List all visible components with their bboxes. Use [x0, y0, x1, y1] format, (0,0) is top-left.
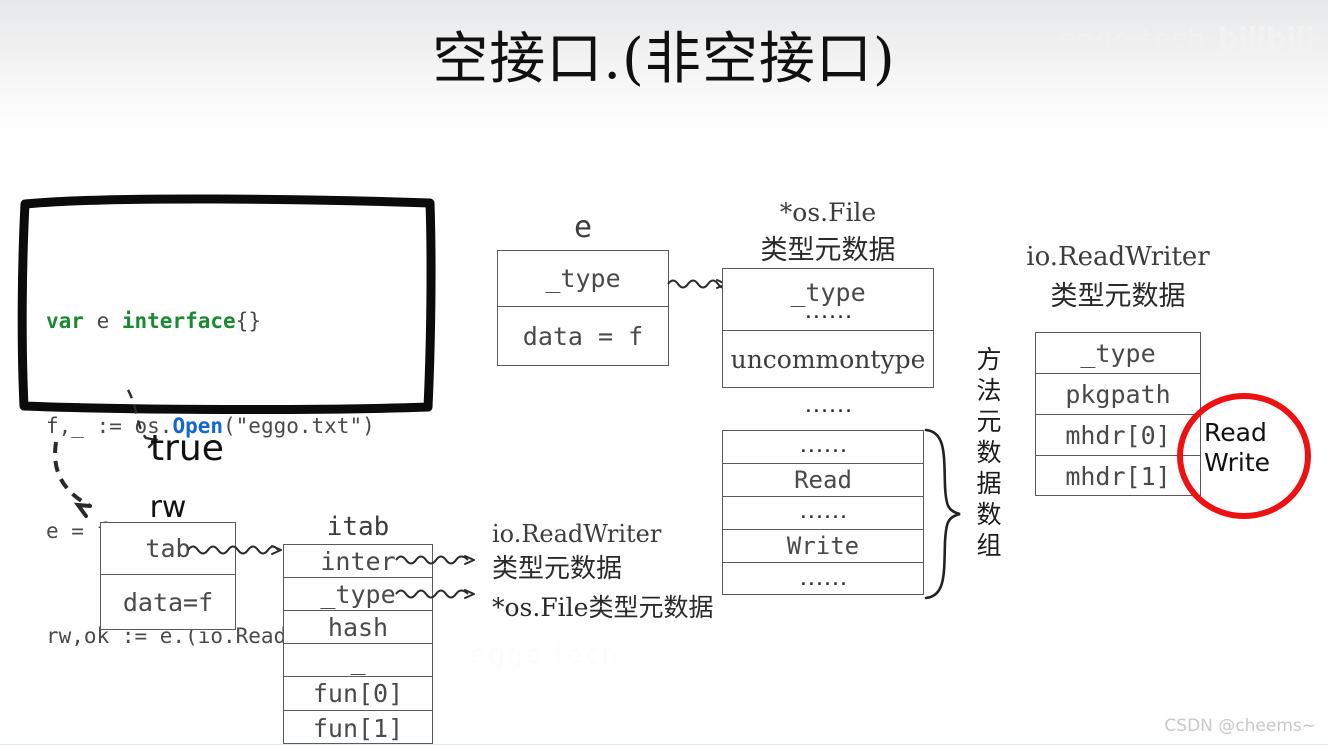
e-box-label: e: [573, 210, 593, 245]
readwriter-caption-en: io.ReadWriter: [1026, 242, 1210, 272]
itab-inter-target-cn: 类型元数据: [492, 554, 623, 584]
itab-row-fun0: fun[0]: [284, 677, 432, 711]
itab-type-target: *os.File类型元数据: [492, 593, 714, 622]
vchar: 方: [976, 345, 1002, 374]
code-block: var e interface{} f,_ := os.Open("eggo.t…: [17, 192, 436, 648]
itab-row-blank: _: [284, 644, 432, 677]
method-row-text: ......: [798, 438, 848, 456]
arrow-to-true: [126, 389, 147, 439]
osfile-row-type-text: _type: [790, 277, 866, 307]
itab-box-label: itab: [326, 512, 390, 542]
osfile-row-uncommontype-text: uncommontype: [730, 344, 926, 374]
curly-brace: [924, 428, 961, 600]
arrow-to-rw: [53, 441, 91, 508]
readwriter-row: _type: [1036, 333, 1200, 374]
method-row-text: ......: [798, 570, 848, 589]
osfile-row-uncommontype: uncommontype: [723, 331, 933, 387]
vchar: 法: [976, 376, 1002, 405]
osfile-row-type-dots: ......: [803, 303, 853, 322]
method-row: Read: [723, 464, 923, 497]
method-row: ......: [723, 497, 923, 530]
watermark-top-text: eggo-tech: [1059, 24, 1206, 55]
watermark-top: eggo-tech bilibili: [1059, 22, 1315, 57]
watermark-csdn: CSDN @cheems~: [1164, 716, 1316, 736]
itab-row-fun1: fun[1]: [312, 713, 404, 743]
e-struct-box: _type data = f: [497, 250, 669, 366]
watermark-middle: eggo-tech: [470, 640, 620, 670]
bilibili-logo: bilibili: [1217, 22, 1315, 57]
red-circle-labels: Read Write: [1204, 418, 1270, 478]
vchar: 数: [976, 438, 1002, 467]
readwriter-caption-cn: 类型元数据: [1050, 281, 1186, 312]
method-metadata-array-label: 方 法 元 数 据 数 组: [974, 344, 1004, 561]
method-row: Write: [723, 530, 923, 563]
method-row: ......: [723, 431, 923, 464]
vchar: 数: [976, 500, 1002, 529]
squiggles-itab-out: [395, 555, 475, 599]
method-row-text: ......: [798, 504, 848, 522]
vchar: 据: [976, 469, 1002, 498]
rw-box-label: rw: [149, 490, 187, 525]
diagram-canvas: 空接口.(非空接口) eggo-tech bilibili eggo-tech …: [0, 0, 1328, 744]
squiggle-rw-tab: [187, 545, 282, 555]
vchar: 组: [976, 531, 1002, 560]
method-table: ...... Read ...... Write ......: [722, 430, 924, 595]
rw-row-data: data=f: [122, 587, 214, 617]
method-row: ......: [723, 563, 923, 596]
vchar: 元: [976, 407, 1002, 436]
osfile-row-type: _type ......: [723, 269, 933, 331]
code-line-1: var e interface{}: [46, 309, 261, 333]
osfile-dots-below: ......: [803, 398, 853, 416]
e-row-data: data = f: [522, 321, 644, 351]
red-label-write: Write: [1204, 448, 1271, 477]
itab-inter-target-en: io.ReadWriter: [492, 520, 662, 548]
red-label-read: Read: [1204, 418, 1267, 447]
osfile-caption-en: *os.File: [779, 198, 877, 227]
e-row-type: _type: [498, 251, 668, 307]
label-true: true: [150, 428, 224, 469]
osfile-caption-cn: 类型元数据: [760, 235, 896, 266]
osfile-meta-box: _type ...... uncommontype: [722, 268, 934, 388]
